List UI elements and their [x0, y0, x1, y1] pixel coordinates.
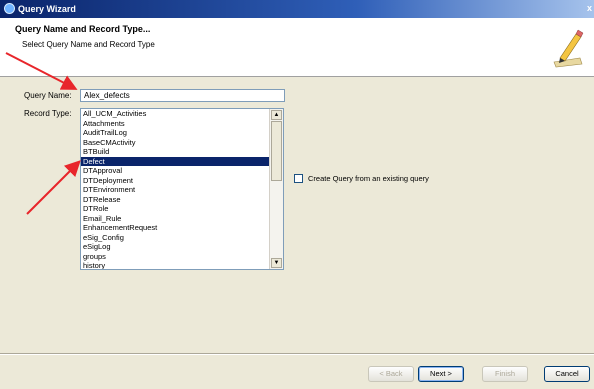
record-type-item[interactable]: eSig_Config	[81, 233, 269, 243]
record-type-list: All_UCM_Activities Attachments AuditTrailL…	[81, 109, 269, 269]
record-type-label: Record Type:	[24, 109, 72, 118]
query-name-input[interactable]	[80, 89, 285, 102]
record-type-item[interactable]: Defect	[81, 156, 269, 166]
record-type-item[interactable]: eSigLog	[81, 242, 269, 252]
title-bar: Query Wizard x	[0, 0, 594, 18]
finish-button[interactable]: Finish	[482, 366, 528, 382]
record-type-item[interactable]: Attachments	[81, 119, 269, 129]
record-type-item[interactable]: history	[81, 261, 269, 269]
record-type-item[interactable]: DTApproval	[81, 166, 269, 176]
scroll-down-icon[interactable]: ▼	[271, 258, 282, 268]
record-type-item[interactable]: DTRelease	[81, 195, 269, 205]
record-type-item[interactable]: AuditTrailLog	[81, 128, 269, 138]
app-icon	[4, 3, 15, 14]
listbox-scrollbar[interactable]: ▲ ▼	[269, 109, 283, 269]
cancel-button[interactable]: Cancel	[544, 366, 590, 382]
record-type-item[interactable]: DTEnvironment	[81, 185, 269, 195]
create-from-existing-label: Create Query from an existing query	[308, 174, 429, 183]
scroll-up-icon[interactable]: ▲	[271, 110, 282, 120]
wizard-header: Query Name and Record Type... Select Que…	[0, 18, 594, 77]
record-type-item[interactable]: BaseCMActivity	[81, 138, 269, 148]
next-button[interactable]: Next >	[418, 366, 464, 382]
record-type-listbox[interactable]: All_UCM_Activities Attachments AuditTrailL…	[80, 108, 284, 270]
record-type-item[interactable]: EnhancementRequest	[81, 223, 269, 233]
wizard-pencil-icon	[553, 29, 584, 68]
wizard-footer: < Back Next > Finish Cancel	[0, 354, 594, 389]
query-name-label: Query Name:	[24, 91, 72, 100]
record-type-item[interactable]: DTDeployment	[81, 176, 269, 186]
back-button[interactable]: < Back	[368, 366, 414, 382]
window-title: Query Wizard	[18, 4, 76, 14]
wizard-content: Query Name: Record Type: All_UCM_Activit…	[0, 77, 594, 354]
create-from-existing-checkbox[interactable]	[294, 174, 303, 183]
query-wizard-window: Query Wizard x Query Name and Record Typ…	[0, 0, 594, 389]
page-title: Query Name and Record Type...	[15, 24, 151, 34]
record-type-item[interactable]: Email_Rule	[81, 214, 269, 224]
close-icon[interactable]: x	[587, 3, 592, 13]
page-subtitle: Select Query Name and Record Type	[22, 40, 155, 49]
record-type-item[interactable]: BTBuild	[81, 147, 269, 157]
record-type-item[interactable]: All_UCM_Activities	[81, 109, 269, 119]
scroll-thumb[interactable]	[271, 121, 282, 181]
record-type-item[interactable]: groups	[81, 252, 269, 262]
record-type-item[interactable]: DTRole	[81, 204, 269, 214]
